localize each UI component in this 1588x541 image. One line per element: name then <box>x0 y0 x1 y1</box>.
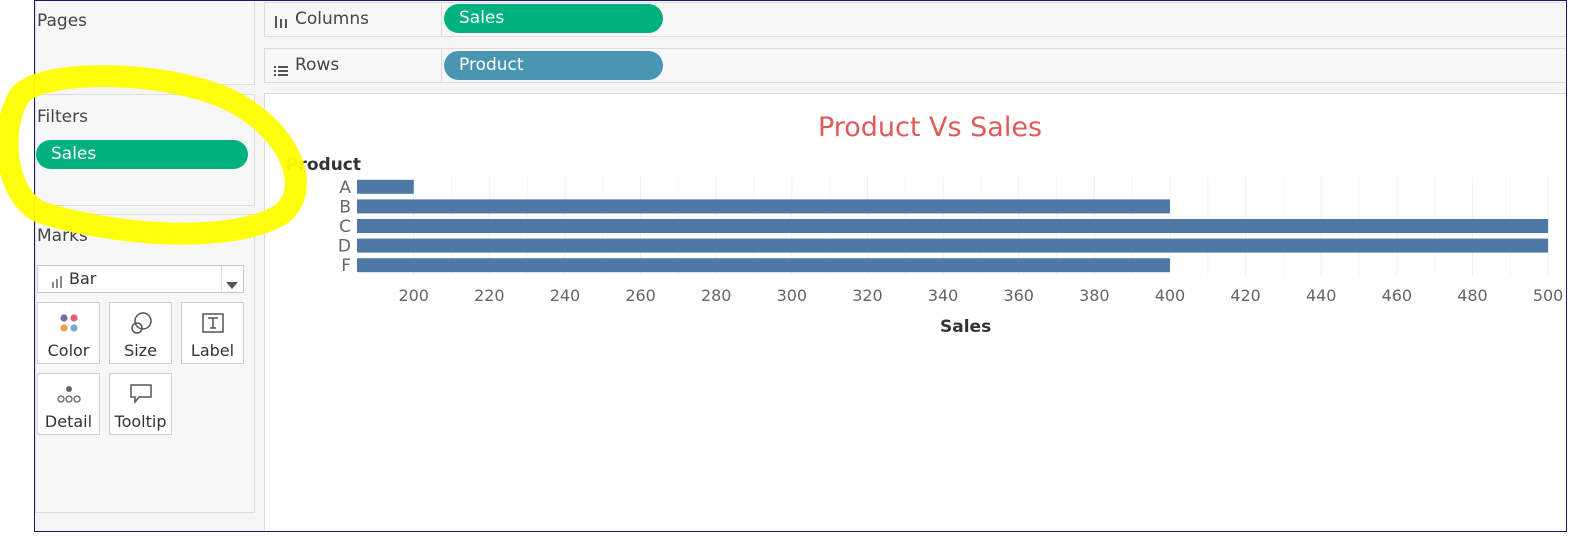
filters-shelf[interactable]: Filters Sales <box>35 94 255 206</box>
tableau-window: Pages Filters Sales Marks Bar Color Size… <box>34 0 1567 532</box>
detail-label: Detail <box>44 412 93 431</box>
x-tick-label: 480 <box>1457 286 1488 305</box>
x-tick-label: 220 <box>474 286 505 305</box>
category-tick-label: A <box>339 178 351 198</box>
rows-label: Rows <box>295 55 340 75</box>
x-tick-label: 280 <box>701 286 732 305</box>
size-icon <box>110 311 171 335</box>
size-label: Size <box>124 341 157 360</box>
category-tick-label: D <box>338 237 351 257</box>
text-label-icon <box>182 311 243 335</box>
bar <box>357 199 1170 214</box>
category-tick-label: F <box>341 256 351 276</box>
detail-button[interactable]: Detail <box>37 373 100 435</box>
x-tick-label: 340 <box>928 286 959 305</box>
bar <box>357 179 414 194</box>
shelf-divider <box>441 49 442 82</box>
columns-icon <box>274 13 288 32</box>
x-tick-label: 440 <box>1306 286 1337 305</box>
bar <box>357 219 1549 233</box>
x-tick-label: 500 <box>1533 286 1564 305</box>
pages-title: Pages <box>37 11 88 31</box>
left-panel: Pages Filters Sales Marks Bar Color Size… <box>35 1 257 531</box>
x-tick-label: 380 <box>1079 286 1110 305</box>
x-axis-title: Sales <box>940 317 992 337</box>
shelf-divider <box>441 3 442 36</box>
tooltip-label: Tooltip <box>114 412 167 431</box>
chevron-down-icon <box>226 275 238 294</box>
x-tick-label: 360 <box>1003 286 1034 305</box>
x-tick-label: 400 <box>1155 286 1186 305</box>
filter-pill-sales[interactable]: Sales <box>36 140 248 169</box>
x-tick-label: 260 <box>625 286 656 305</box>
pages-shelf[interactable]: Pages <box>35 1 255 85</box>
filters-title: Filters <box>37 107 88 127</box>
columns-pill-sales[interactable]: Sales <box>444 4 663 33</box>
label-label: Label <box>190 341 235 360</box>
color-button[interactable]: Color <box>37 302 100 364</box>
bar <box>357 258 1170 273</box>
color-icon <box>38 311 99 335</box>
category-tick-label: C <box>339 217 351 237</box>
size-button[interactable]: Size <box>109 302 172 364</box>
x-tick-label: 300 <box>777 286 808 305</box>
dropdown-divider <box>221 266 222 292</box>
marks-title: Marks <box>37 226 88 246</box>
rows-pill-product[interactable]: Product <box>444 51 663 80</box>
detail-icon <box>38 382 99 406</box>
tooltip-button[interactable]: Tooltip <box>109 373 172 435</box>
category-tick-label: B <box>339 197 351 217</box>
x-tick-label: 420 <box>1230 286 1261 305</box>
bar <box>357 238 1549 253</box>
columns-label: Columns <box>295 9 369 29</box>
x-tick-label: 460 <box>1382 286 1413 305</box>
mark-type-dropdown[interactable]: Bar <box>37 265 244 293</box>
tooltip-icon <box>110 382 171 406</box>
mark-type-label: Bar <box>69 269 97 288</box>
label-button[interactable]: Label <box>181 302 244 364</box>
bar-chart-icon <box>52 273 62 292</box>
x-tick-label: 200 <box>398 286 429 305</box>
color-label: Color <box>47 341 90 360</box>
x-tick-label: 320 <box>852 286 883 305</box>
view-area: Product Vs Sales Product A B C D F 200 220 240 2… <box>264 93 1566 531</box>
rows-icon <box>274 61 288 80</box>
x-tick-label: 240 <box>550 286 581 305</box>
bar-chart: ABCDF 200 220 240 260 280 300 320 340 360 380 400 42… <box>338 177 1564 305</box>
